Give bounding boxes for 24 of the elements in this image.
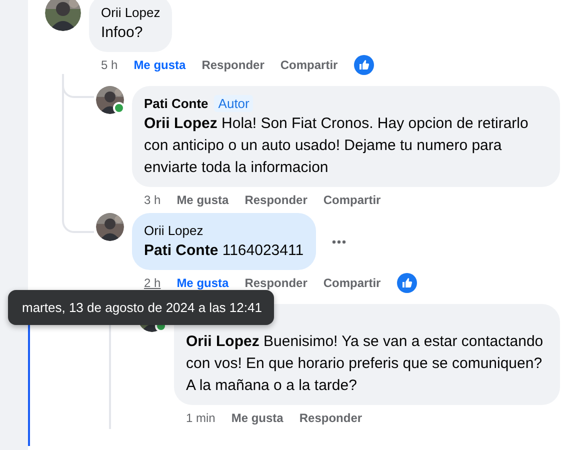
action-link[interactable]: Me gusta xyxy=(134,58,186,72)
comment-text: Infoo? xyxy=(101,23,144,43)
action-link[interactable]: Responder xyxy=(244,276,308,290)
action-link[interactable]: Responder xyxy=(202,58,264,72)
comment-text: Orii Lopez Buenisimo! Ya se van a estar contactando con vos! En que horario preferis que se comuniquen? A la mañana o a la tarde? xyxy=(186,332,544,396)
comment-text: Pati Conte 1164023411 xyxy=(144,241,304,261)
timestamp-link[interactable]: 2 h xyxy=(144,276,161,290)
action-link[interactable]: Me gusta xyxy=(176,276,229,290)
action-link[interactable]: Me gusta xyxy=(176,193,229,207)
action-link[interactable]: Responder xyxy=(244,193,308,207)
action-link[interactable]: Responder xyxy=(299,411,362,425)
action-link[interactable]: Me gusta xyxy=(231,411,284,425)
action-link[interactable]: Compartir xyxy=(280,58,338,72)
author-name[interactable]: Orii Lopez xyxy=(144,223,204,238)
comment-text: Orii Lopez Hola! Son Fiat Cronos. Hay opcion de retirarlo con anticipo o un auto usado! Dejame tu numero para enviarte toda la informacion xyxy=(144,114,530,178)
date-tooltip: martes, 13 de agosto de 2024 a las 12:41 xyxy=(8,290,274,325)
action-link[interactable]: Compartir xyxy=(323,193,381,207)
action-link[interactable]: Compartir xyxy=(323,276,381,290)
author-name[interactable]: Pati Conte xyxy=(144,96,208,111)
timestamp-link[interactable]: 5 h xyxy=(101,58,118,72)
author-badge: Autor xyxy=(214,95,254,112)
timestamp-link[interactable]: 1 min xyxy=(186,411,216,425)
timestamp-link[interactable]: 3 h xyxy=(144,193,161,207)
author-name[interactable]: Orii Lopez xyxy=(101,5,160,20)
